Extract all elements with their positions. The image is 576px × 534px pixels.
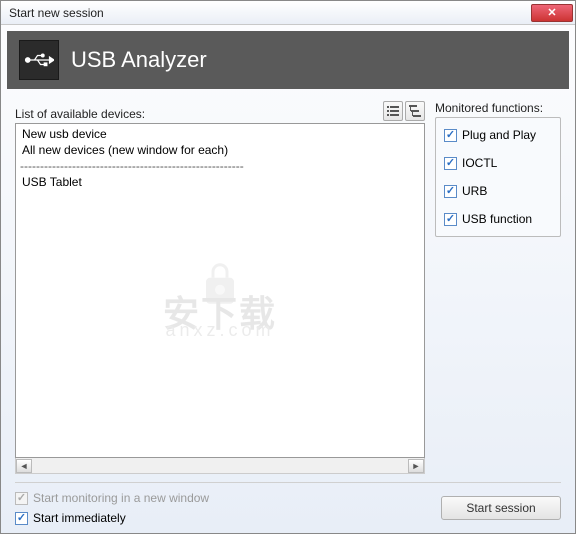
view-buttons (383, 101, 425, 121)
checkbox-label: URB (462, 184, 487, 198)
tree-icon (409, 105, 421, 117)
checkbox-label: IOCTL (462, 156, 497, 170)
bottom-row: Start monitoring in a new window Start i… (15, 482, 561, 525)
monitored-column: Monitored functions: Plug and Play IOCTL… (435, 101, 561, 474)
header-band: USB Analyzer (7, 31, 569, 89)
close-button[interactable]: ✕ (531, 4, 573, 22)
content-area: List of available devices: New usb devic… (1, 89, 575, 533)
app-title: USB Analyzer (71, 47, 207, 73)
checkbox-label: Start monitoring in a new window (33, 491, 209, 505)
scroll-left-icon[interactable]: ◄ (16, 459, 32, 473)
checkbox-icon[interactable] (444, 129, 457, 142)
checkbox-icon[interactable] (15, 512, 28, 525)
device-list-header: List of available devices: (15, 101, 425, 121)
list-item[interactable]: New usb device (20, 126, 420, 142)
checkbox-new-window: Start monitoring in a new window (15, 491, 209, 505)
start-session-button[interactable]: Start session (441, 496, 561, 520)
view-tree-button[interactable] (405, 101, 425, 121)
checkbox-usb-function[interactable]: USB function (444, 212, 552, 226)
dialog-window: Start new session ✕ USB Analyzer List of… (0, 0, 576, 534)
monitored-label: Monitored functions: (435, 101, 561, 115)
list-item[interactable]: USB Tablet (20, 174, 420, 190)
device-list-label: List of available devices: (15, 107, 145, 121)
titlebar: Start new session ✕ (1, 1, 575, 25)
close-icon: ✕ (547, 6, 556, 19)
device-list[interactable]: New usb device All new devices (new wind… (15, 123, 425, 458)
checkbox-label: Plug and Play (462, 128, 536, 142)
checkbox-label: USB function (462, 212, 532, 226)
bottom-options: Start monitoring in a new window Start i… (15, 491, 209, 525)
checkbox-icon[interactable] (444, 157, 457, 170)
monitored-functions-box: Plug and Play IOCTL URB USB function (435, 117, 561, 237)
checkbox-icon[interactable] (444, 213, 457, 226)
checkbox-urb[interactable]: URB (444, 184, 552, 198)
top-row: List of available devices: New usb devic… (15, 101, 561, 474)
watermark: 安下载 anxz.com (163, 259, 277, 337)
usb-icon (19, 40, 59, 80)
scroll-right-icon[interactable]: ► (408, 459, 424, 473)
checkbox-start-immediately[interactable]: Start immediately (15, 511, 209, 525)
view-list-button[interactable] (383, 101, 403, 121)
checkbox-ioctl[interactable]: IOCTL (444, 156, 552, 170)
horizontal-scrollbar[interactable]: ◄ ► (15, 458, 425, 474)
checkbox-icon[interactable] (444, 185, 457, 198)
checkbox-label: Start immediately (33, 511, 126, 525)
list-separator: ----------------------------------------… (20, 158, 420, 174)
checkbox-plug-and-play[interactable]: Plug and Play (444, 128, 552, 142)
device-list-column: List of available devices: New usb devic… (15, 101, 425, 474)
titlebar-text: Start new session (9, 6, 104, 20)
list-item[interactable]: All new devices (new window for each) (20, 142, 420, 158)
checkbox-icon (15, 492, 28, 505)
list-icon (387, 105, 399, 117)
